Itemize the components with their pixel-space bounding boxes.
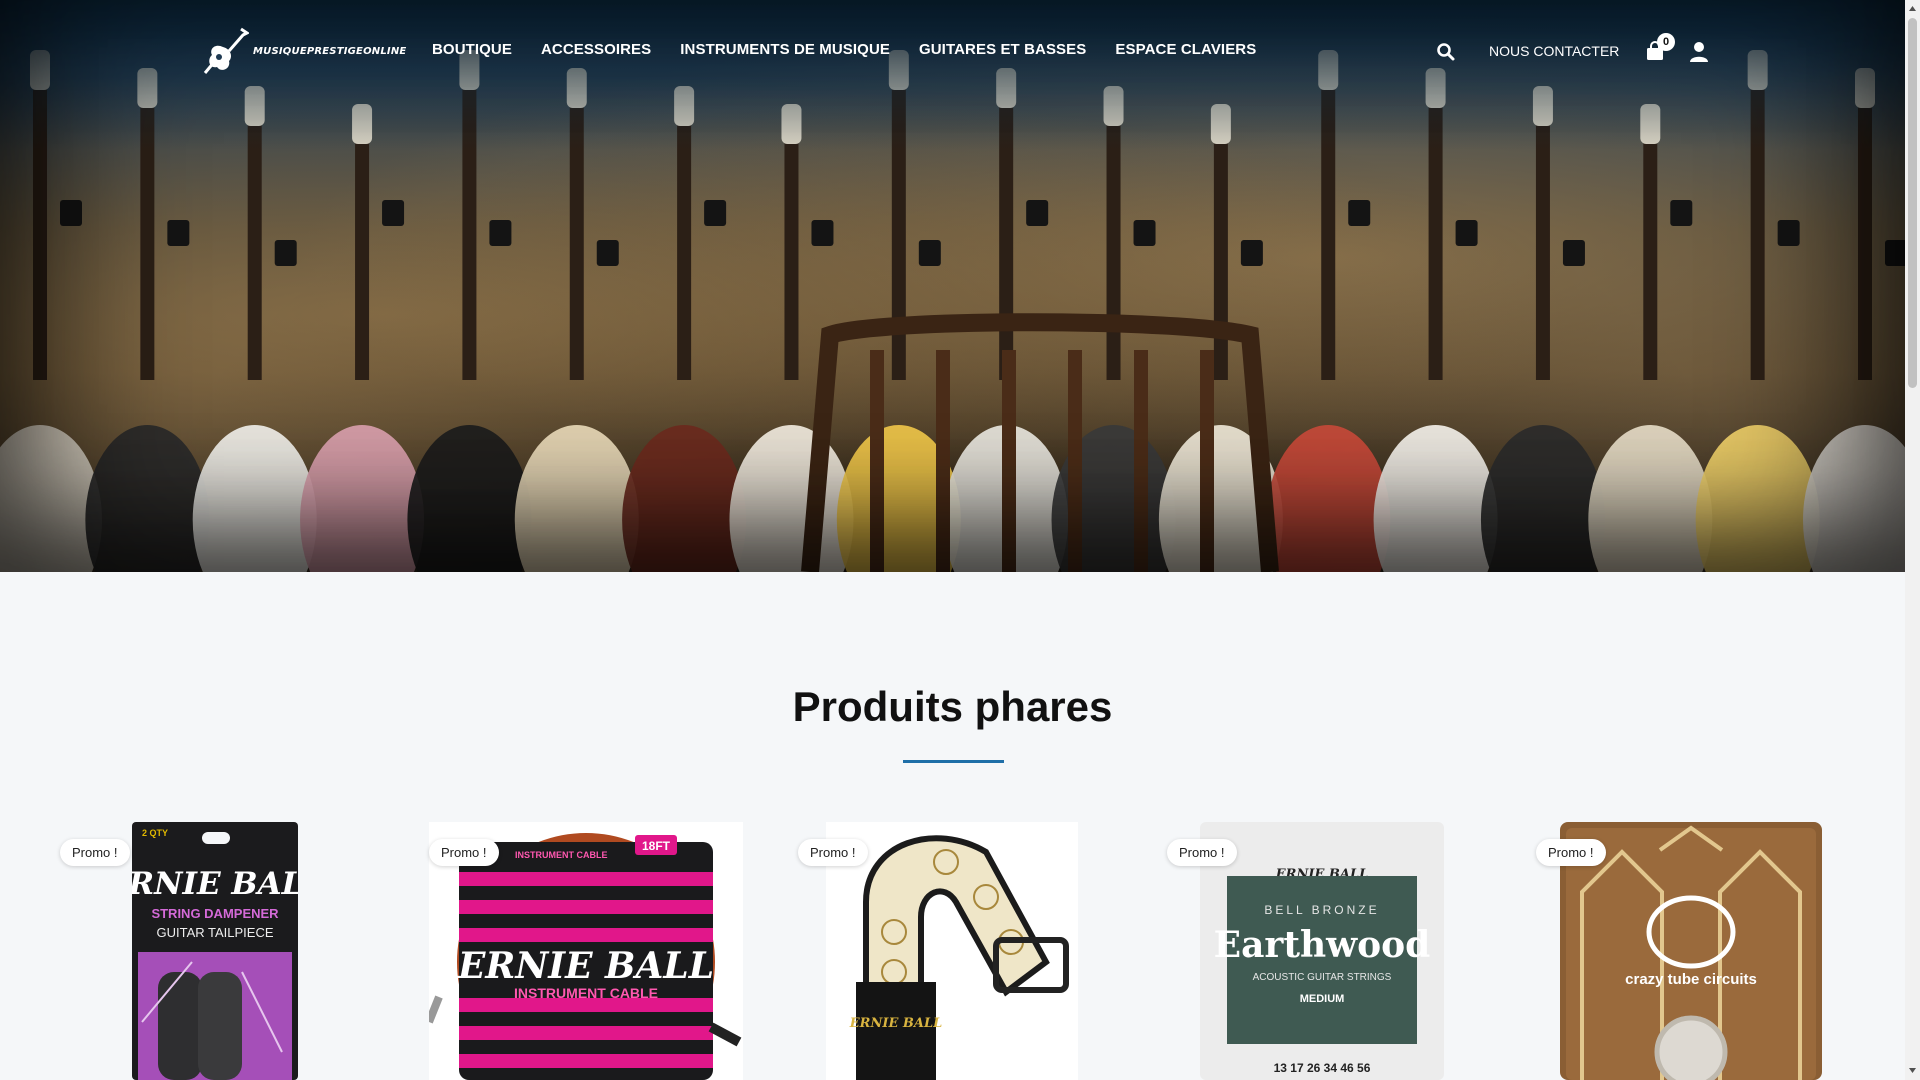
scroll-down-arrow-icon[interactable] bbox=[1908, 1066, 1917, 1075]
section-title: Produits phares bbox=[792, 683, 1113, 730]
product-2-top-label: INSTRUMENT CABLE bbox=[515, 850, 608, 860]
product-card[interactable]: crazy tube circuits Promo ! bbox=[1536, 822, 1866, 1080]
nav-item-instruments[interactable]: INSTRUMENTS DE MUSIQUE bbox=[680, 41, 890, 58]
site-header: MUSIQUEPRESTIGEONLINE BOUTIQUE ACCESSOIR… bbox=[0, 0, 1905, 105]
user-icon[interactable] bbox=[1688, 41, 1710, 63]
scrollbar-thumb[interactable] bbox=[1908, 18, 1917, 388]
scroll-up-arrow-icon[interactable] bbox=[1908, 4, 1917, 13]
promo-badge: Promo ! bbox=[1167, 839, 1237, 866]
product-grid: 2 QTY ERNIE BALL STRING DAMPENER GUITAR … bbox=[0, 822, 1905, 1080]
nav-item-boutique[interactable]: BOUTIQUE bbox=[432, 41, 512, 58]
product-1-qty-text: 2 QTY bbox=[142, 828, 168, 838]
product-5-brand-text: crazy tube circuits bbox=[1625, 971, 1757, 988]
product-3-brand-text: ERNIE BALL bbox=[849, 1016, 942, 1031]
logo-text: MUSIQUEPRESTIGEONLINE bbox=[253, 45, 407, 57]
product-4-line-text: BELL BRONZE bbox=[1264, 903, 1379, 917]
promo-badge: Promo ! bbox=[1536, 839, 1606, 866]
guitar-logo-icon bbox=[203, 27, 249, 74]
contact-link[interactable]: NOUS CONTACTER bbox=[1489, 43, 1619, 59]
promo-badge: Promo ! bbox=[798, 839, 868, 866]
product-card[interactable]: INSTRUMENT CABLE 18FT ERNIE BALL INSTRUM… bbox=[429, 822, 759, 1080]
nav-item-espace-claviers[interactable]: ESPACE CLAVIERS bbox=[1115, 41, 1256, 58]
cart-count-badge: 0 bbox=[1657, 33, 1675, 51]
promo-badge: Promo ! bbox=[60, 839, 130, 866]
site-logo[interactable]: MUSIQUEPRESTIGEONLINE bbox=[203, 27, 406, 75]
page-scrollbar[interactable] bbox=[1905, 0, 1920, 1080]
product-card[interactable]: 2 QTY ERNIE BALL STRING DAMPENER GUITAR … bbox=[60, 822, 390, 1080]
product-1-name-text: STRING DAMPENER bbox=[151, 906, 279, 921]
product-4-sizes-text: 13 17 26 34 46 56 bbox=[1274, 1061, 1371, 1075]
product-card[interactable]: ERNIE BALL Promo ! bbox=[798, 822, 1128, 1080]
nav-item-accessoires[interactable]: ACCESSOIRES bbox=[541, 41, 651, 58]
product-image[interactable]: ERNIE BALL BELL BRONZE Earthwood ACOUSTI… bbox=[1200, 822, 1444, 1080]
product-4-title-text: Earthwood bbox=[1214, 924, 1431, 966]
nav-item-guitares-basses[interactable]: GUITARES ET BASSES bbox=[919, 41, 1086, 58]
main-nav: BOUTIQUE ACCESSOIRES INSTRUMENTS DE MUSI… bbox=[432, 41, 1256, 58]
product-2-name-text: INSTRUMENT CABLE bbox=[514, 985, 658, 1001]
search-icon[interactable] bbox=[1436, 42, 1456, 62]
product-4-gauge-text: MEDIUM bbox=[1300, 993, 1345, 1005]
product-2-length-label: 18FT bbox=[642, 839, 671, 853]
product-card[interactable]: ERNIE BALL BELL BRONZE Earthwood ACOUSTI… bbox=[1167, 822, 1497, 1080]
product-2-brand-text: ERNIE BALL bbox=[457, 945, 714, 987]
title-underline bbox=[903, 760, 1004, 763]
product-4-sub-text: ACOUSTIC GUITAR STRINGS bbox=[1253, 972, 1392, 983]
promo-badge: Promo ! bbox=[429, 839, 499, 866]
product-image[interactable]: 2 QTY ERNIE BALL STRING DAMPENER GUITAR … bbox=[132, 822, 298, 1080]
product-1-brand-text: ERNIE BALL bbox=[132, 866, 298, 902]
product-1-sub-text: GUITAR TAILPIECE bbox=[156, 925, 273, 940]
